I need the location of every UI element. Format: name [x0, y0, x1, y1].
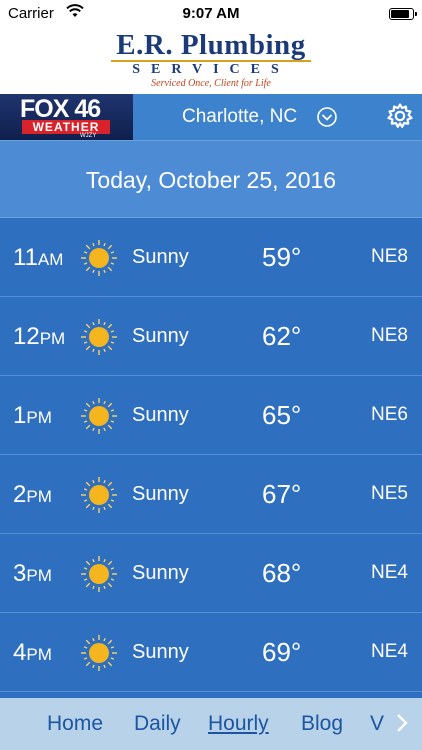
sponsor-tagline: Serviced Once, Client for Life: [151, 78, 271, 89]
temperature: 67°: [262, 479, 302, 509]
nav-item-home[interactable]: Home: [47, 712, 103, 736]
gear-icon[interactable]: [386, 102, 414, 130]
condition-label: Sunny: [132, 325, 189, 347]
sponsor-subtitle: SERVICES: [111, 60, 311, 77]
date-header: Today, October 25, 2016: [0, 140, 422, 218]
wind: NE5: [371, 483, 408, 504]
nav-item-partial[interactable]: V: [370, 712, 384, 736]
sun-icon: [81, 477, 117, 513]
sun-icon: [81, 240, 117, 276]
bottom-nav: Home Daily Hourly Blog V: [0, 698, 422, 750]
wind: NE4: [371, 641, 408, 662]
wind: NE8: [371, 246, 408, 267]
sun-icon: [81, 319, 117, 355]
hour-label: 1PM: [13, 402, 52, 429]
condition-label: Sunny: [132, 246, 189, 268]
temperature: 69°: [262, 637, 302, 667]
location-selector[interactable]: Charlotte, NC: [182, 106, 297, 128]
status-time: 9:07 AM: [182, 5, 240, 22]
hour-label: 4PM: [13, 639, 52, 666]
condition-label: Sunny: [132, 562, 189, 584]
battery-icon: [389, 8, 417, 20]
logo-text-bottom: WEATHER: [22, 120, 110, 134]
chevron-down-icon[interactable]: [317, 107, 337, 127]
app-header: FOX 46 WEATHER WJZY Charlotte, NC: [0, 94, 422, 140]
wind: NE4: [371, 562, 408, 583]
hour-label: 3PM: [13, 560, 52, 587]
status-bar: Carrier 9:07 AM: [0, 0, 422, 28]
logo-callsign: WJZY: [80, 133, 97, 139]
wind: NE8: [371, 325, 408, 346]
hourly-row: 1PM Sunny 65° NE6: [0, 376, 422, 455]
condition-label: Sunny: [132, 404, 189, 426]
hourly-row: 2PM Sunny 67° NE5: [0, 455, 422, 534]
temperature: 68°: [262, 558, 302, 588]
hourly-row: 3PM Sunny 68° NE4: [0, 534, 422, 613]
temperature: 59°: [262, 242, 302, 272]
sponsor-banner[interactable]: E.R. Plumbing SERVICES Serviced Once, Cl…: [0, 28, 422, 94]
sun-icon: [81, 398, 117, 434]
fox46-weather-logo: FOX 46 WEATHER WJZY: [0, 94, 133, 140]
temperature: 62°: [262, 321, 302, 351]
date-label: Today, October 25, 2016: [85, 167, 337, 193]
nav-item-daily[interactable]: Daily: [134, 712, 181, 736]
hourly-row: 4PM Sunny 69° NE4: [0, 613, 422, 692]
hourly-forecast-list: 11AM Sunny 59° NE8 12PM Sunny 62° NE8 1P…: [0, 218, 422, 692]
hour-label: 2PM: [13, 481, 52, 508]
hourly-row: 12PM Sunny 62° NE8: [0, 297, 422, 376]
chevron-right-icon[interactable]: [394, 712, 410, 734]
hour-label: 12PM: [13, 323, 66, 350]
hourly-row: 11AM Sunny 59° NE8: [0, 218, 422, 297]
condition-label: Sunny: [132, 483, 189, 505]
hour-label: 11AM: [13, 244, 64, 271]
wind: NE6: [371, 404, 408, 425]
temperature: 65°: [262, 400, 302, 430]
sun-icon: [81, 556, 117, 592]
nav-item-blog[interactable]: Blog: [301, 712, 343, 736]
sun-icon: [81, 635, 117, 671]
condition-label: Sunny: [132, 641, 189, 663]
nav-item-hourly[interactable]: Hourly: [208, 712, 269, 736]
sponsor-name: E.R. Plumbing: [116, 29, 306, 61]
